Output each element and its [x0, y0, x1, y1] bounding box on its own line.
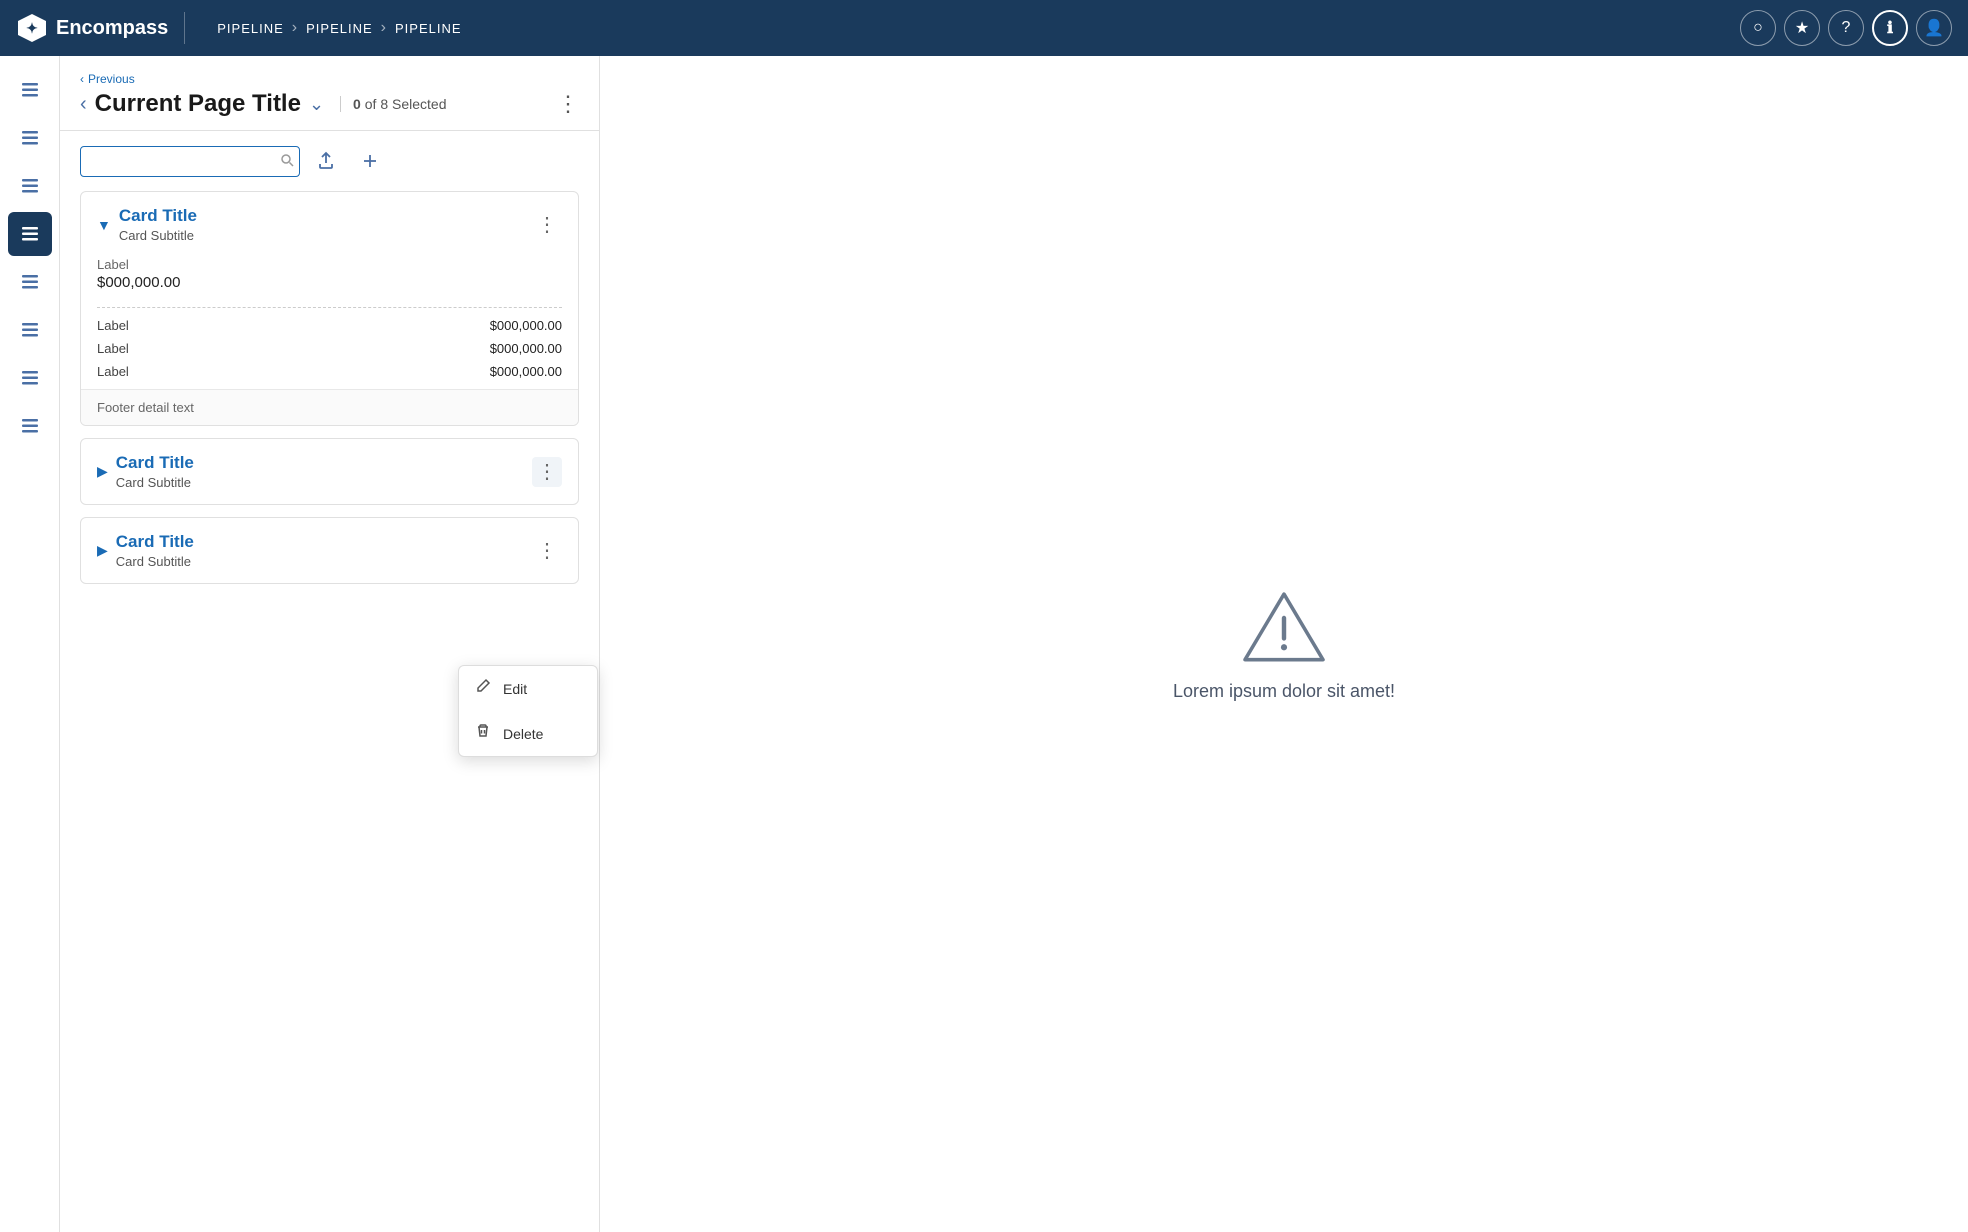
card-3-menu-button[interactable]: ⋮: [532, 536, 562, 566]
card-2-title-area: Card Title Card Subtitle: [116, 453, 524, 490]
delete-icon: [475, 723, 491, 744]
sidebar-item-8[interactable]: [8, 404, 52, 448]
logo: ✦ Encompass: [16, 12, 185, 44]
title-dropdown-icon[interactable]: ⌄: [309, 94, 324, 115]
selected-label-text: Selected: [392, 96, 446, 112]
page-title: Current Page Title: [95, 90, 301, 118]
card-1-footer-text: Footer detail text: [97, 400, 194, 415]
sidebar: [0, 56, 60, 1232]
card-1-chevron-icon[interactable]: ▼: [97, 217, 111, 233]
search-icon: [280, 153, 294, 170]
sidebar-item-1[interactable]: [8, 68, 52, 112]
sidebar-item-2[interactable]: [8, 116, 52, 160]
page-title-row: ‹ Current Page Title ⌄ 0 of 8 Selected ⋮: [80, 90, 579, 130]
card-3-chevron-icon[interactable]: ▶: [97, 542, 108, 559]
back-button[interactable]: ‹: [80, 93, 87, 116]
card-1-row-2-value: $000,000.00: [490, 341, 562, 356]
logo-text: Encompass: [56, 17, 168, 40]
sidebar-item-6[interactable]: [8, 308, 52, 352]
card-1-rows: Label $000,000.00 Label $000,000.00 Labe…: [97, 318, 562, 389]
main-content: ‹ Previous ‹ Current Page Title ⌄ 0 of 8…: [60, 56, 1968, 1232]
card-1-divider: [97, 307, 562, 308]
back-arrow-icon: ‹: [80, 72, 84, 86]
card-1-main-field-value: $000,000.00: [97, 274, 562, 291]
card-3: ▶ Card Title Card Subtitle ⋮: [80, 517, 579, 584]
search-box[interactable]: [80, 146, 300, 177]
breadcrumb: PIPELINE › PIPELINE › PIPELINE: [201, 19, 1724, 37]
card-1-title: Card Title: [119, 206, 524, 226]
card-1-main-label: Label: [97, 257, 562, 272]
breadcrumb-item-1[interactable]: PIPELINE: [217, 21, 284, 36]
card-1-menu-button[interactable]: ⋮: [532, 210, 562, 240]
card-1-subtitle: Card Subtitle: [119, 228, 524, 243]
card-2: ▶ Card Title Card Subtitle ⋮: [80, 438, 579, 505]
card-1-row-2-label: Label: [97, 341, 129, 356]
favorites-nav-button[interactable]: ★: [1784, 10, 1820, 46]
previous-label: Previous: [88, 72, 135, 86]
card-1-body: Label $000,000.00 Label $000,000.00 Labe…: [81, 257, 578, 389]
sidebar-item-5[interactable]: [8, 260, 52, 304]
add-button[interactable]: [352, 143, 388, 179]
card-1-row-1: Label $000,000.00: [97, 318, 562, 333]
help-nav-button[interactable]: ?: [1828, 10, 1864, 46]
card-1-row-3-value: $000,000.00: [490, 364, 562, 379]
selected-total: 8: [380, 96, 388, 112]
sidebar-item-4[interactable]: [8, 212, 52, 256]
selection-info: 0 of 8 Selected: [340, 96, 446, 112]
left-panel: ‹ Previous ‹ Current Page Title ⌄ 0 of 8…: [60, 56, 600, 1232]
context-delete-label: Delete: [503, 726, 543, 742]
card-3-title-area: Card Title Card Subtitle: [116, 532, 524, 569]
page-more-options-button[interactable]: ⋮: [557, 91, 579, 117]
logo-icon: ✦: [16, 12, 48, 44]
card-2-title: Card Title: [116, 453, 524, 473]
card-3-header: ▶ Card Title Card Subtitle ⋮: [81, 518, 578, 583]
export-button[interactable]: [308, 143, 344, 179]
card-3-subtitle: Card Subtitle: [116, 554, 524, 569]
sidebar-item-3[interactable]: [8, 164, 52, 208]
card-2-header: ▶ Card Title Card Subtitle ⋮: [81, 439, 578, 504]
context-edit-label: Edit: [503, 681, 527, 697]
card-2-chevron-icon[interactable]: ▶: [97, 463, 108, 480]
breadcrumb-item-2[interactable]: PIPELINE: [306, 21, 373, 36]
right-panel: Lorem ipsum dolor sit amet!: [600, 56, 1968, 1232]
page-header: ‹ Previous ‹ Current Page Title ⌄ 0 of 8…: [60, 56, 599, 131]
user-nav-button[interactable]: 👤: [1916, 10, 1952, 46]
search-input[interactable]: [91, 153, 272, 169]
card-1-row-2: Label $000,000.00: [97, 341, 562, 356]
toolbar: [60, 131, 599, 191]
warning-icon: [1239, 587, 1329, 665]
breadcrumb-sep-2: ›: [381, 19, 387, 37]
card-1-header: ▼ Card Title Card Subtitle ⋮: [81, 192, 578, 257]
info-nav-button[interactable]: ℹ: [1872, 10, 1908, 46]
card-2-subtitle: Card Subtitle: [116, 475, 524, 490]
card-3-title: Card Title: [116, 532, 524, 552]
sidebar-item-7[interactable]: [8, 356, 52, 400]
context-menu-edit[interactable]: Edit: [459, 666, 597, 711]
selected-count: 0: [353, 96, 361, 112]
top-nav: ✦ Encompass PIPELINE › PIPELINE › PIPELI…: [0, 0, 1968, 56]
breadcrumb-sep-1: ›: [292, 19, 298, 37]
selected-of: of: [365, 96, 381, 112]
search-nav-button[interactable]: ○: [1740, 10, 1776, 46]
card-1-title-area: Card Title Card Subtitle: [119, 206, 524, 243]
context-menu: Edit Delete: [458, 665, 598, 757]
context-menu-delete[interactable]: Delete: [459, 711, 597, 756]
previous-link[interactable]: ‹ Previous: [80, 72, 579, 86]
breadcrumb-item-3[interactable]: PIPELINE: [395, 21, 462, 36]
edit-icon: [475, 678, 491, 699]
nav-icons: ○ ★ ? ℹ 👤: [1740, 10, 1952, 46]
card-1: ▼ Card Title Card Subtitle ⋮ Label $000,…: [80, 191, 579, 426]
card-1-row-3-label: Label: [97, 364, 129, 379]
card-2-menu-button[interactable]: ⋮: [532, 457, 562, 487]
card-1-row-1-label: Label: [97, 318, 129, 333]
card-1-main-value: Label $000,000.00: [97, 257, 562, 301]
card-1-row-1-value: $000,000.00: [490, 318, 562, 333]
card-1-footer: Footer detail text: [81, 389, 578, 425]
svg-text:✦: ✦: [26, 20, 38, 36]
empty-state-message: Lorem ipsum dolor sit amet!: [1173, 681, 1395, 702]
card-1-row-3: Label $000,000.00: [97, 364, 562, 379]
